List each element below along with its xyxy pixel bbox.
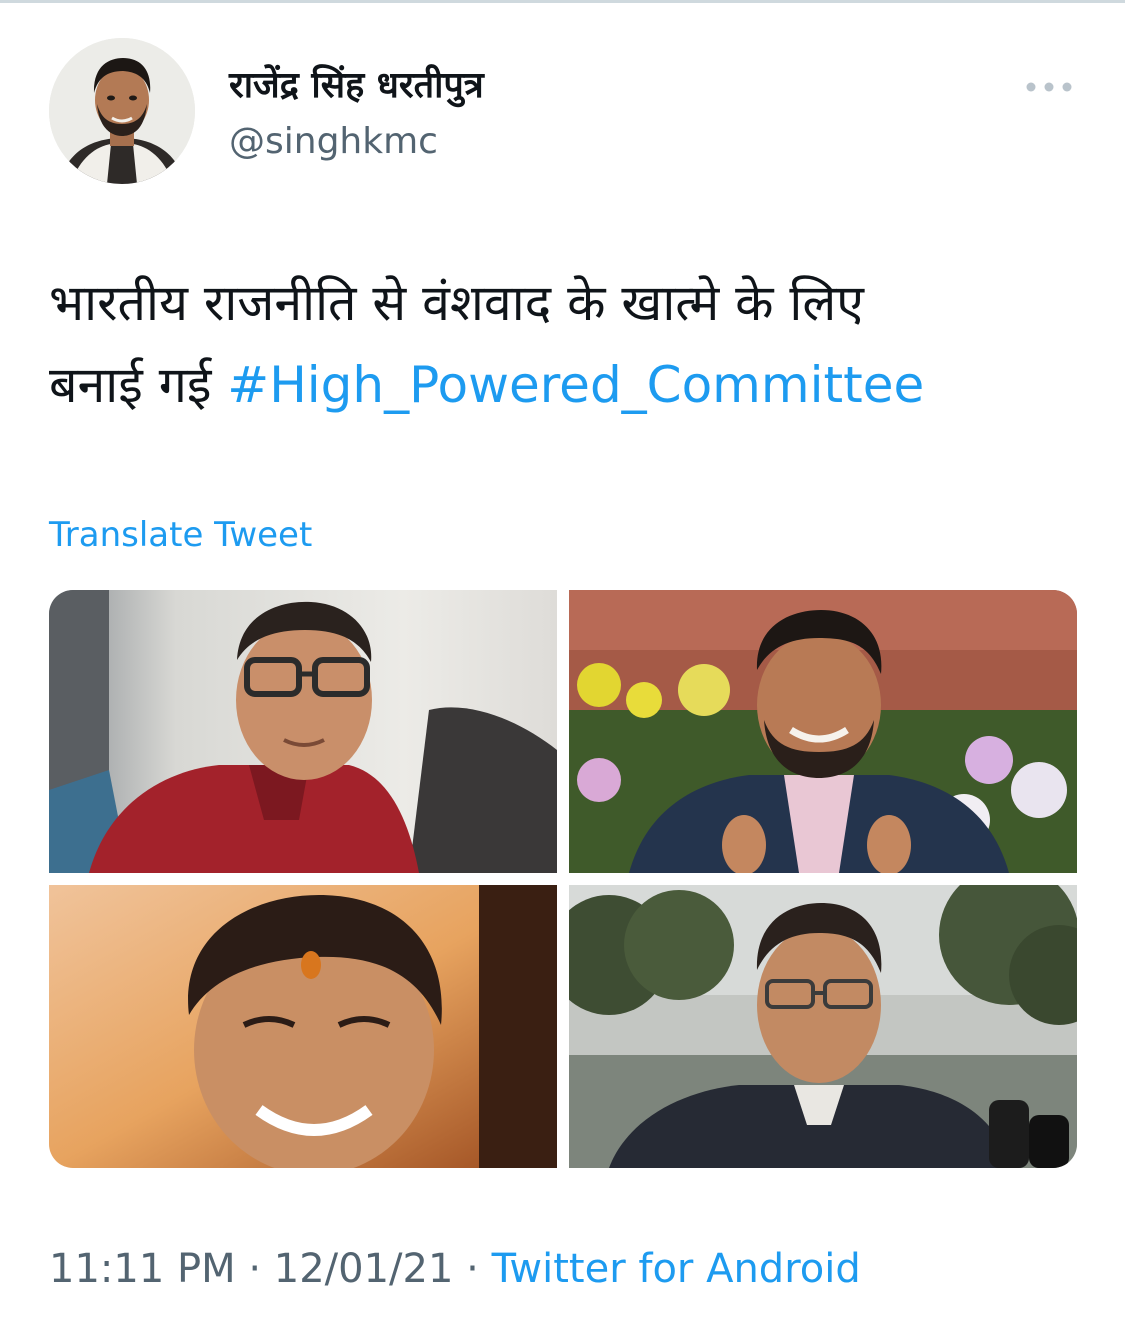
tweet-date[interactable]: 12/01/21: [274, 1246, 454, 1292]
media-grid: [49, 590, 1077, 1168]
photo-1-image: [49, 590, 557, 873]
tweet-text-line-1: भारतीय राजनीति से वंशवाद के खात्मे के लि…: [49, 274, 864, 332]
meta-separator-2: ·: [453, 1246, 492, 1292]
tweet-text: भारतीय राजनीति से वंशवाद के खात्मे के लि…: [49, 262, 1089, 426]
tweet-photo-1[interactable]: [49, 590, 557, 873]
tweet-photo-2[interactable]: [569, 590, 1077, 873]
photo-4-image: [569, 885, 1077, 1168]
photo-3-image: [49, 885, 557, 1168]
tweet-photo-3[interactable]: [49, 885, 557, 1168]
photo-2-image: [569, 590, 1077, 873]
top-divider: [0, 0, 1125, 3]
tweet-time[interactable]: 11:11 PM: [49, 1246, 236, 1292]
tweet-source-link[interactable]: Twitter for Android: [492, 1246, 861, 1292]
meta-separator-1: ·: [235, 1246, 274, 1292]
tweet-text-line-2: बनाई गई #High_Powered_Committee: [49, 344, 1089, 426]
tweet-photo-4[interactable]: [569, 885, 1077, 1168]
more-horizontal-icon: [1026, 82, 1072, 92]
author-handle[interactable]: @singhkmc: [229, 120, 438, 164]
more-options-button[interactable]: [1022, 70, 1076, 104]
tweet-text-prefix: बनाई गई: [49, 356, 228, 414]
author-display-name[interactable]: राजेंद्र सिंह धरतीपुत्र: [229, 64, 484, 108]
translate-tweet-link[interactable]: Translate Tweet: [49, 513, 312, 557]
author-avatar[interactable]: [49, 38, 195, 184]
hashtag-link[interactable]: #High_Powered_Committee: [227, 356, 924, 414]
avatar-image: [49, 38, 195, 184]
tweet-meta: 11:11 PM · 12/01/21 · Twitter for Androi…: [49, 1244, 861, 1294]
